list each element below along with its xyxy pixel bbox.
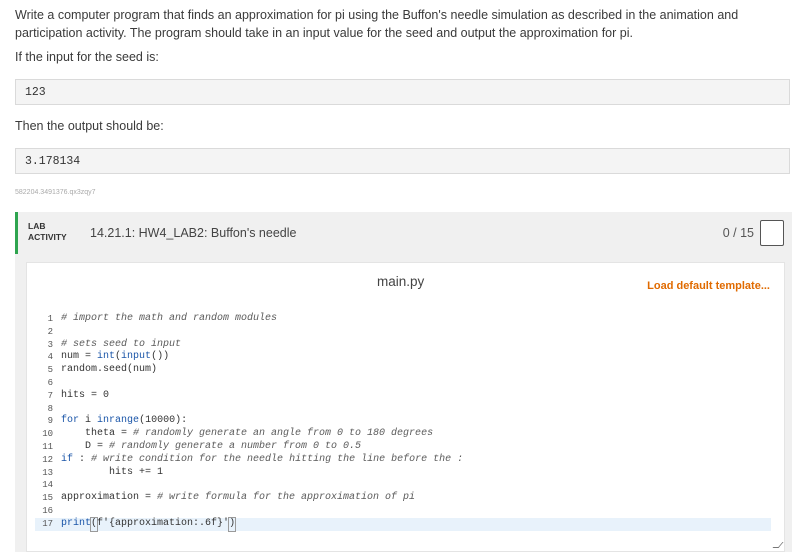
line-number: 12 [42,454,53,465]
description-line-2: participation activity. The program shou… [15,26,633,40]
lab-activity-tag: LAB ACTIVITY [28,221,67,243]
code-line[interactable]: 7 hits = 0 [35,390,771,403]
line-number: 11 [42,441,53,452]
lab-score: 0 / 15 [722,226,754,240]
line-number: 3 [47,339,53,350]
resize-grip-icon[interactable] [772,542,784,548]
line-number: 2 [47,326,53,337]
code-line[interactable]: 12 if : # write condition for the needle… [35,454,771,467]
code-editor[interactable]: main.py Load default template... 1 # impo… [26,262,785,552]
code-line[interactable]: 10 theta = # randomly generate an angle … [35,428,771,441]
load-default-template-link[interactable]: Load default template... [647,280,770,292]
lab-title: 14.21.1: HW4_LAB2: Buffon's needle [90,226,297,240]
line-number: 8 [47,403,53,414]
code-area[interactable]: 1 # import the math and random modules 2 … [35,313,771,532]
code-line[interactable]: 15 approximation = # write formula for th… [35,492,771,505]
line-number: 1 [47,314,53,324]
sample-input-box: 123 [15,79,790,105]
line-number: 6 [47,377,53,388]
code-line[interactable]: 16 [35,505,771,518]
lab-activity-header: LAB ACTIVITY 14.21.1: HW4_LAB2: Buffon's… [15,212,792,254]
line-number: 10 [42,429,53,440]
code-line[interactable]: 5 random.seed(num) [35,364,771,377]
code-line[interactable]: 3 # sets seed to input [35,339,771,352]
code-line[interactable]: 8 [35,403,771,416]
lab-tag-line-2: ACTIVITY [28,232,67,242]
code-line[interactable]: 1 # import the math and random modules [35,313,771,326]
score-badge-icon [760,220,784,246]
code-line[interactable]: 9 for i in range(10000): [35,415,771,428]
line-number: 13 [42,467,53,478]
lab-panel: main.py Load default template... 1 # impo… [15,254,792,552]
line-number: 5 [47,365,53,376]
line-number: 14 [42,480,53,491]
input-label: If the input for the seed is: [15,50,159,64]
line-number: 4 [47,352,53,363]
line-number: 17 [42,518,53,529]
code-line[interactable]: 14 [35,479,771,492]
line-number: 16 [42,505,53,516]
line-number: 15 [42,493,53,504]
code-line-current[interactable]: 17 print(f'{approximation:.6f}') [35,516,771,532]
code-line[interactable]: 13 hits += 1 [35,467,771,480]
line-number: 7 [47,390,53,401]
output-label: Then the output should be: [15,119,164,133]
lab-tag-line-1: LAB [28,221,46,231]
line-number: 9 [47,416,53,427]
description-line-1: Write a computer program that finds an a… [15,8,739,22]
code-line[interactable]: 11 D = # randomly generate a number from… [35,441,771,454]
code-line[interactable]: 2 [35,326,771,339]
file-name: main.py [377,274,425,289]
problem-description: Write a computer program that finds an a… [15,6,775,42]
activity-hash: 582204.3491376.qx3zqy7 [15,189,96,196]
code-line[interactable]: 4 num = int(input()) [35,351,771,364]
sample-output-box: 3.178134 [15,148,790,174]
code-line[interactable]: 6 [35,377,771,390]
